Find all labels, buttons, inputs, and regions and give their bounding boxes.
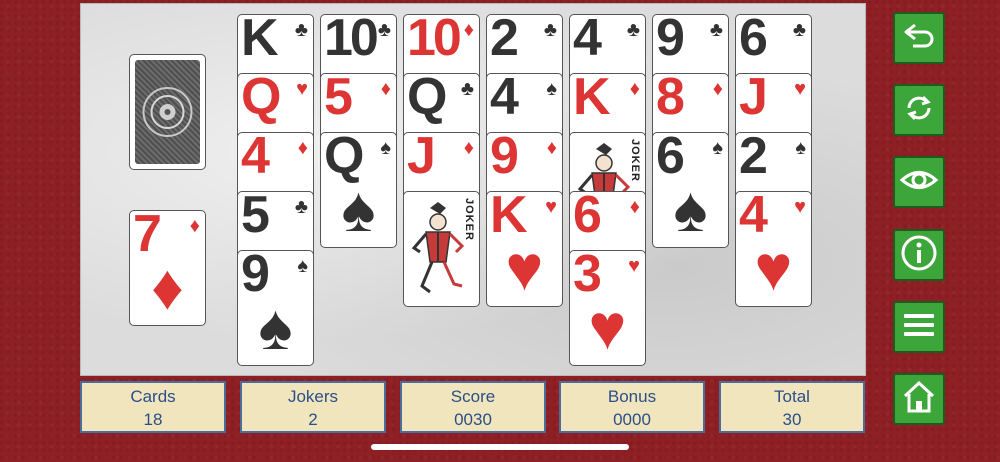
info-button[interactable] [893, 229, 945, 281]
stat-label: Cards [130, 387, 176, 406]
card-corner-suit: ♦ [463, 137, 474, 159]
undo-button[interactable] [893, 12, 945, 64]
stat-label: Total [774, 387, 810, 406]
card-corner-suit: ♠ [297, 255, 308, 277]
card-rank: 5 [324, 73, 353, 126]
card-big-suit: ♠ [341, 173, 376, 245]
card-corner-suit: ♥ [794, 196, 806, 218]
card-rank: 6 [573, 191, 602, 244]
card-corner-suit: ♦ [629, 196, 640, 218]
card-rank: 10 [324, 14, 379, 67]
card-corner-suit: ♦ [546, 137, 557, 159]
card-corner-suit: ♦ [712, 78, 723, 100]
card-rank: Q [407, 73, 447, 126]
menu-button[interactable] [893, 301, 945, 353]
card-corner-suit: ♠ [712, 137, 723, 159]
joker-card[interactable]: JOKER [403, 191, 480, 307]
card-rank: 6 [739, 14, 768, 67]
card-big-suit: ♦ [151, 251, 184, 323]
card-corner-suit: ♦ [380, 78, 391, 100]
card-big-suit: ♥ [505, 232, 544, 304]
card-rank: K [241, 14, 279, 67]
tableau-card[interactable]: 4 ♥ ♥ [735, 191, 812, 307]
tableau-card[interactable]: 6 ♠ ♠ [652, 132, 729, 248]
jester-icon [410, 200, 468, 305]
card-corner-suit: ♣ [294, 19, 308, 41]
card-rank: 2 [490, 14, 519, 67]
card-rank: 4 [241, 132, 270, 185]
card-big-suit: ♥ [588, 291, 627, 363]
card-rank: 8 [656, 73, 685, 126]
card-rank: 4 [573, 14, 602, 67]
total-panel: Total 30 [719, 381, 865, 433]
card-corner-suit: ♣ [792, 19, 806, 41]
stat-value: 2 [308, 410, 318, 429]
card-corner-suit: ♣ [377, 19, 391, 41]
card-rank: 2 [739, 132, 768, 185]
stat-label: Jokers [287, 387, 339, 406]
card-corner-suit: ♥ [296, 78, 308, 100]
card-corner-suit: ♣ [626, 19, 640, 41]
card-rank: 9 [490, 132, 519, 185]
card-corner-suit: ♠ [795, 137, 806, 159]
card-corner-suit: ♠ [546, 78, 557, 100]
card-rank: 5 [241, 191, 270, 244]
hint-button[interactable] [893, 156, 945, 208]
stat-value: 0000 [613, 410, 651, 429]
card-back-pattern [135, 60, 200, 164]
restart-icon [901, 90, 937, 131]
card-rank: K [573, 73, 611, 126]
jokers-panel: Jokers 2 [240, 381, 386, 433]
home-indicator[interactable] [371, 444, 629, 450]
card-corner-suit: ♦ [463, 19, 474, 41]
card-big-suit: ♠ [673, 173, 708, 245]
tableau-card[interactable]: Q ♠ ♠ [320, 132, 397, 248]
card-rank: J [407, 132, 436, 185]
card-rank: 9 [656, 14, 685, 67]
card-rank: J [739, 73, 768, 126]
card-corner-suit: ♥ [628, 255, 640, 277]
card-corner-suit: ♦ [189, 215, 200, 237]
card-corner-suit: ♠ [380, 137, 391, 159]
stat-label: Score [450, 387, 496, 406]
tableau-card[interactable]: 3 ♥ ♥ [569, 250, 646, 366]
waste-card[interactable]: 7 ♦ ♦ [129, 210, 206, 326]
card-corner-suit: ♣ [294, 196, 308, 218]
card-big-suit: ♠ [258, 291, 293, 363]
cards-panel: Cards 18 [80, 381, 226, 433]
card-corner-suit: ♥ [545, 196, 557, 218]
stat-value: 30 [782, 410, 802, 429]
card-corner-suit: ♦ [629, 78, 640, 100]
card-corner-suit: ♥ [794, 78, 806, 100]
card-rank: Q [241, 73, 281, 126]
menu-icon [901, 310, 937, 345]
bonus-panel: Bonus 0000 [559, 381, 705, 433]
tableau-card[interactable]: 9 ♠ ♠ [237, 250, 314, 366]
stat-label: Bonus [607, 387, 657, 406]
stock-pile[interactable] [129, 54, 206, 170]
card-rank: 10 [407, 14, 462, 67]
home-button[interactable] [893, 373, 945, 425]
card-corner-suit: ♣ [709, 19, 723, 41]
card-corner-suit: ♦ [297, 137, 308, 159]
info-icon [900, 234, 938, 277]
stat-value: 0030 [454, 410, 492, 429]
score-panel: Score 0030 [400, 381, 546, 433]
home-icon [900, 378, 938, 421]
card-rank: 4 [490, 73, 519, 126]
tableau-card[interactable]: K ♥ ♥ [486, 191, 563, 307]
restart-button[interactable] [893, 84, 945, 136]
card-big-suit: ♥ [754, 232, 793, 304]
undo-icon [901, 21, 937, 56]
card-corner-suit: ♣ [543, 19, 557, 41]
card-corner-suit: ♣ [460, 78, 474, 100]
eye-icon [899, 165, 939, 200]
stat-value: 18 [143, 410, 163, 429]
